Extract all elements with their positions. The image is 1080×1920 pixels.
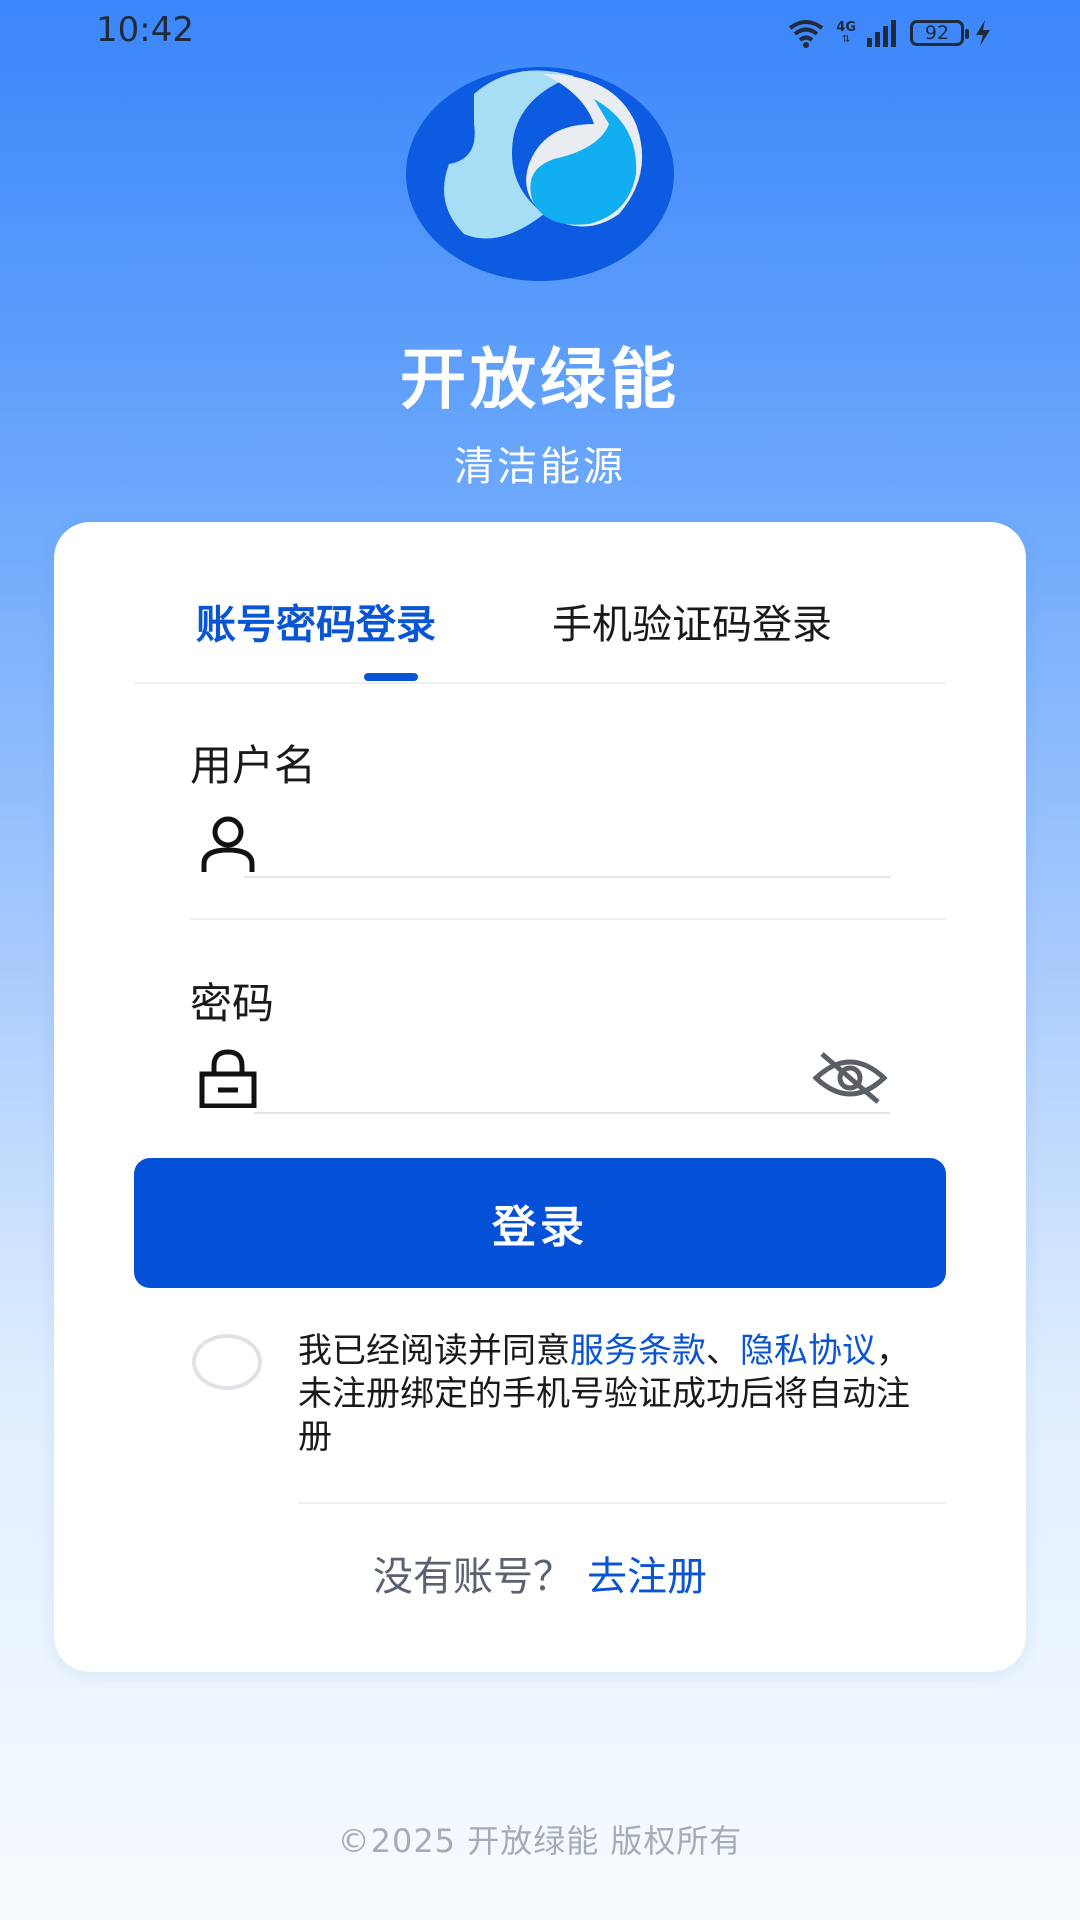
tab-sms-code[interactable]: 手机验证码登录 <box>552 592 832 650</box>
lock-icon <box>199 1049 257 1108</box>
register-row: 没有账号？ 去注册 <box>54 1544 1026 1602</box>
app-logo <box>406 67 674 281</box>
password-label: 密码 <box>190 979 275 1028</box>
status-bar: 10:42 4G ⇅ 92 <box>0 0 1080 64</box>
copyright-footer: ©2025 开放绿能 版权所有 <box>337 1822 743 1860</box>
privacy-link[interactable]: 隐私协议 <box>740 1331 876 1371</box>
field-divider <box>190 918 946 920</box>
register-link[interactable]: 去注册 <box>587 1554 707 1600</box>
eye-off-icon[interactable] <box>812 1050 888 1106</box>
password-input[interactable] <box>254 1062 778 1112</box>
battery-icon: 92 <box>910 20 969 46</box>
wifi-icon <box>789 20 824 48</box>
username-underline <box>244 876 890 878</box>
agreement-checkbox[interactable] <box>192 1334 262 1390</box>
charging-icon <box>976 20 990 46</box>
username-label: 用户名 <box>190 741 317 790</box>
app-subtitle: 清洁能源 <box>454 444 626 490</box>
agreement-text: 我已经阅读并同意服务条款、隐私协议， 未注册绑定的手机号验证成功后将自动注册 <box>298 1330 928 1459</box>
username-input[interactable] <box>244 824 768 874</box>
login-card: 账号密码登录 手机验证码登录 用户名 密码 登录 我已经阅读并同意服务条款、隐私… <box>54 522 1026 1672</box>
password-underline <box>254 1112 890 1114</box>
network-type: 4G ⇅ <box>836 20 856 45</box>
status-time: 10:42 <box>96 10 194 50</box>
status-icons: 4G ⇅ 92 <box>786 16 992 50</box>
battery-level: 92 <box>924 22 950 44</box>
login-button[interactable]: 登录 <box>134 1158 946 1288</box>
agreement-prefix: 我已经阅读并同意 <box>298 1331 570 1371</box>
active-tab-indicator <box>364 673 418 681</box>
signal-icon <box>867 20 896 47</box>
tab-account-password[interactable]: 账号密码登录 <box>196 592 436 650</box>
terms-link[interactable]: 服务条款 <box>570 1331 706 1371</box>
agreement-divider <box>298 1502 946 1504</box>
app-title: 开放绿能 <box>400 341 680 418</box>
login-tabs: 账号密码登录 手机验证码登录 <box>134 522 946 684</box>
register-prompt: 没有账号？ <box>373 1554 573 1600</box>
agreement-separator: 、 <box>706 1331 740 1371</box>
